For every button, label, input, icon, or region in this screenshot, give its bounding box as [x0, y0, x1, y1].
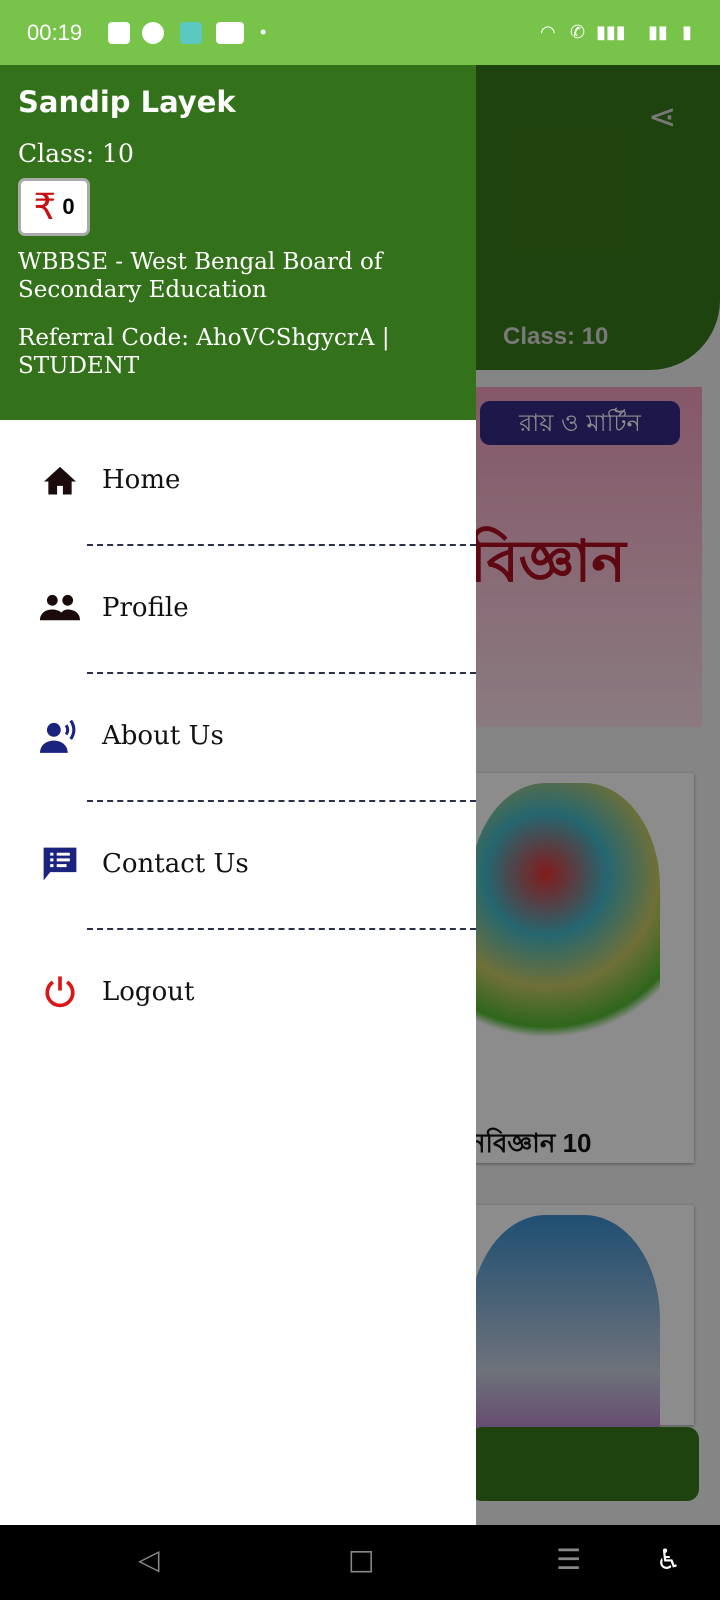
battery-charging-icon: ▮	[682, 22, 692, 42]
navigation-drawer: Sandip Layek Class: 10 ₹ 0 WBBSE - West …	[0, 65, 476, 1525]
menu-label: Contact Us	[102, 849, 249, 879]
speaker-person-icon	[40, 719, 80, 753]
menu-item-home[interactable]: Home	[0, 450, 476, 510]
status-bar: 00:19 • ◠ ✆ ▮▮▮ ▮▮ ▮	[0, 0, 720, 65]
wifi-call-icon: ✆	[570, 22, 586, 42]
home-nav-icon[interactable]: □	[348, 1543, 374, 1576]
divider	[87, 672, 476, 674]
menu-label: About Us	[102, 721, 224, 751]
accessibility-icon[interactable]: ♿	[656, 1543, 681, 1576]
dot-icon: •	[260, 22, 267, 42]
youtube-icon	[216, 22, 244, 44]
gallery-icon	[108, 22, 130, 44]
menu-item-about-us[interactable]: About Us	[0, 706, 476, 766]
home-icon	[40, 464, 80, 496]
power-icon	[40, 975, 80, 1009]
system-nav-bar: ◁ □ ☰ ♿	[0, 1525, 720, 1600]
signal-icon: ▮▮▮	[596, 22, 626, 42]
menu-label: Profile	[102, 593, 189, 623]
wifi-icon: ◠	[540, 22, 556, 42]
referral-code: Referral Code: AhoVCShgycrA | STUDENT	[18, 325, 390, 379]
status-time: 00:19	[27, 20, 83, 45]
user-class: Class: 10	[18, 139, 134, 168]
wallet-amount: 0	[62, 194, 75, 219]
menu-item-profile[interactable]: Profile	[0, 578, 476, 638]
signal2-icon: ▮▮	[648, 22, 668, 42]
menu-label: Logout	[102, 977, 195, 1007]
people-icon	[40, 593, 80, 623]
user-name: Sandip Layek	[18, 85, 236, 119]
message-list-icon	[40, 846, 80, 882]
app-icon	[142, 22, 164, 44]
menu-item-contact-us[interactable]: Contact Us	[0, 834, 476, 894]
app2-icon	[180, 22, 202, 44]
divider	[87, 800, 476, 802]
menu-item-logout[interactable]: Logout	[0, 962, 476, 1022]
board-name: WBBSE - West Bengal Board of Secondary E…	[18, 249, 383, 303]
recents-icon[interactable]: ☰	[556, 1543, 581, 1576]
rupee-icon: ₹	[33, 186, 57, 228]
wallet-badge[interactable]: ₹ 0	[18, 178, 90, 236]
divider	[87, 928, 476, 930]
back-icon[interactable]: ◁	[138, 1543, 160, 1576]
divider	[87, 544, 476, 546]
menu-label: Home	[102, 465, 181, 495]
drawer-header: Sandip Layek Class: 10 ₹ 0 WBBSE - West …	[0, 65, 476, 420]
